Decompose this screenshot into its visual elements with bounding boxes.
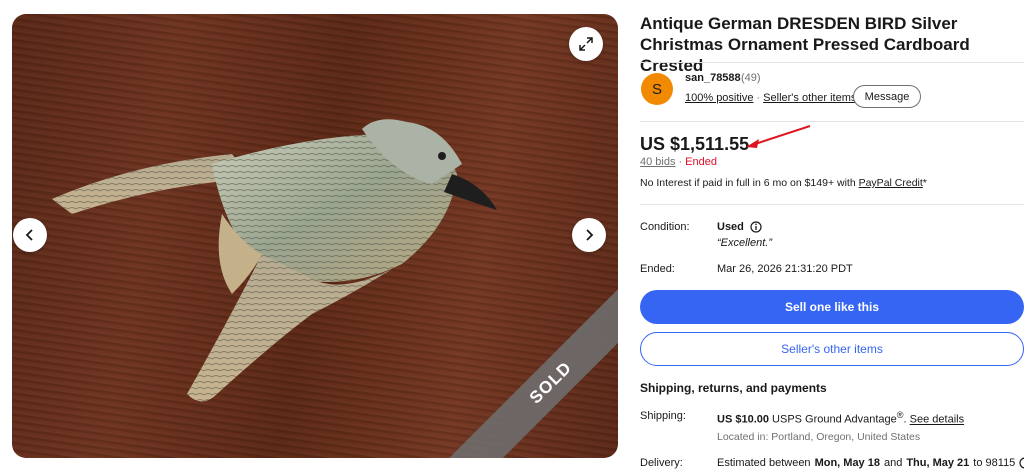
shipping-value: US $10.00 USPS Ground Advantage®. See de… <box>717 410 965 426</box>
seller-links: 100% positive·Seller's other items· <box>685 92 863 104</box>
ended-label: Ended: <box>640 263 675 275</box>
listing-ended-status: Ended <box>685 156 717 168</box>
sellers-other-items-button[interactable]: Seller's other items <box>640 332 1024 366</box>
seller-name[interactable]: san_78588 <box>685 72 741 84</box>
delivery-estimate: Estimated between Mon, May 18 and Thu, M… <box>717 457 1024 469</box>
shipping-label: Shipping: <box>640 410 686 422</box>
next-image-button[interactable] <box>572 218 606 252</box>
expand-arrows-icon <box>579 37 593 51</box>
paypal-credit-link[interactable]: PayPal Credit <box>859 177 923 189</box>
annotation-arrow-icon <box>746 125 811 148</box>
bids-status: 40 bids · Ended <box>640 156 717 168</box>
message-seller-button[interactable]: Message <box>853 85 921 108</box>
see-details-link[interactable]: See details <box>910 414 964 426</box>
condition-label: Condition: <box>640 221 690 233</box>
delivery-label: Delivery: <box>640 457 683 469</box>
expand-image-button[interactable] <box>569 27 603 61</box>
chevron-right-icon <box>586 229 594 241</box>
info-icon[interactable] <box>750 221 762 233</box>
seller-card: S san_78588 (49) 100% positive · Seller's … <box>640 62 1024 122</box>
chevron-left-icon <box>25 229 33 241</box>
positive-feedback-link[interactable]: 100% positive <box>685 92 754 104</box>
previous-image-button[interactable] <box>13 218 47 252</box>
seller-feedback-count: (49) <box>741 72 761 84</box>
item-location: Located in: Portland, Oregon, United Sta… <box>717 431 921 443</box>
condition-description: “Excellent.” <box>717 237 773 249</box>
sell-one-like-this-button[interactable]: Sell one like this <box>640 290 1024 324</box>
seller-other-items-link[interactable]: Seller's other items <box>763 92 856 104</box>
listing-panel: Antique German DRESDEN BIRD Silver Chris… <box>640 0 1024 475</box>
paypal-credit-offer: No Interest if paid in full in 6 mo on $… <box>640 177 927 189</box>
bid-count-link[interactable]: 40 bids <box>640 156 675 168</box>
image-gallery[interactable]: SOLD <box>12 14 618 458</box>
delivery-info-icon[interactable] <box>1019 457 1024 469</box>
seller-avatar[interactable]: S <box>641 73 673 105</box>
avatar-letter: S <box>651 80 662 98</box>
ended-datetime: Mar 26, 2026 21:31:20 PDT <box>717 263 853 275</box>
divider <box>640 204 1024 205</box>
item-price: US $1,511.55 <box>640 134 750 154</box>
shipping-section-heading: Shipping, returns, and payments <box>640 381 827 395</box>
condition-value: Used <box>717 221 762 233</box>
